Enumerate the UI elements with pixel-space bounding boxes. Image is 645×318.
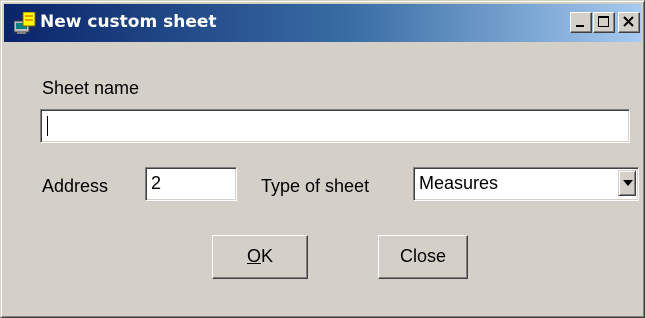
sheet-name-input[interactable] xyxy=(40,109,630,143)
close-button[interactable]: Close xyxy=(378,235,468,279)
title-bar[interactable]: New custom sheet xyxy=(4,4,641,42)
dropdown-button[interactable] xyxy=(618,170,636,196)
maximize-icon xyxy=(598,16,609,27)
sheet-name-label: Sheet name xyxy=(42,78,140,98)
close-icon xyxy=(623,16,634,27)
address-input[interactable]: 2 xyxy=(145,167,237,201)
type-of-sheet-label: Type of sheet xyxy=(261,176,370,196)
text-caret xyxy=(47,116,48,136)
window-title: New custom sheet xyxy=(40,12,217,32)
type-of-sheet-select[interactable]: Measures xyxy=(413,167,639,201)
type-of-sheet-value: Measures xyxy=(419,173,499,193)
minimize-button[interactable] xyxy=(570,12,592,33)
close-label: Close xyxy=(399,246,447,266)
address-label: Address xyxy=(42,176,109,196)
address-value: 2 xyxy=(151,173,162,193)
close-window-button[interactable] xyxy=(618,12,640,33)
maximize-button[interactable] xyxy=(593,12,615,33)
ok-button[interactable]: OK xyxy=(212,235,308,279)
chevron-down-icon xyxy=(623,180,633,186)
ok-mnemonic: O xyxy=(246,246,261,266)
new-custom-sheet-dialog: New custom sheet Sheet name Address 2 Ty… xyxy=(0,0,645,318)
minimize-icon xyxy=(576,25,584,27)
app-window-icon xyxy=(13,11,36,34)
ok-label: K xyxy=(261,246,274,266)
